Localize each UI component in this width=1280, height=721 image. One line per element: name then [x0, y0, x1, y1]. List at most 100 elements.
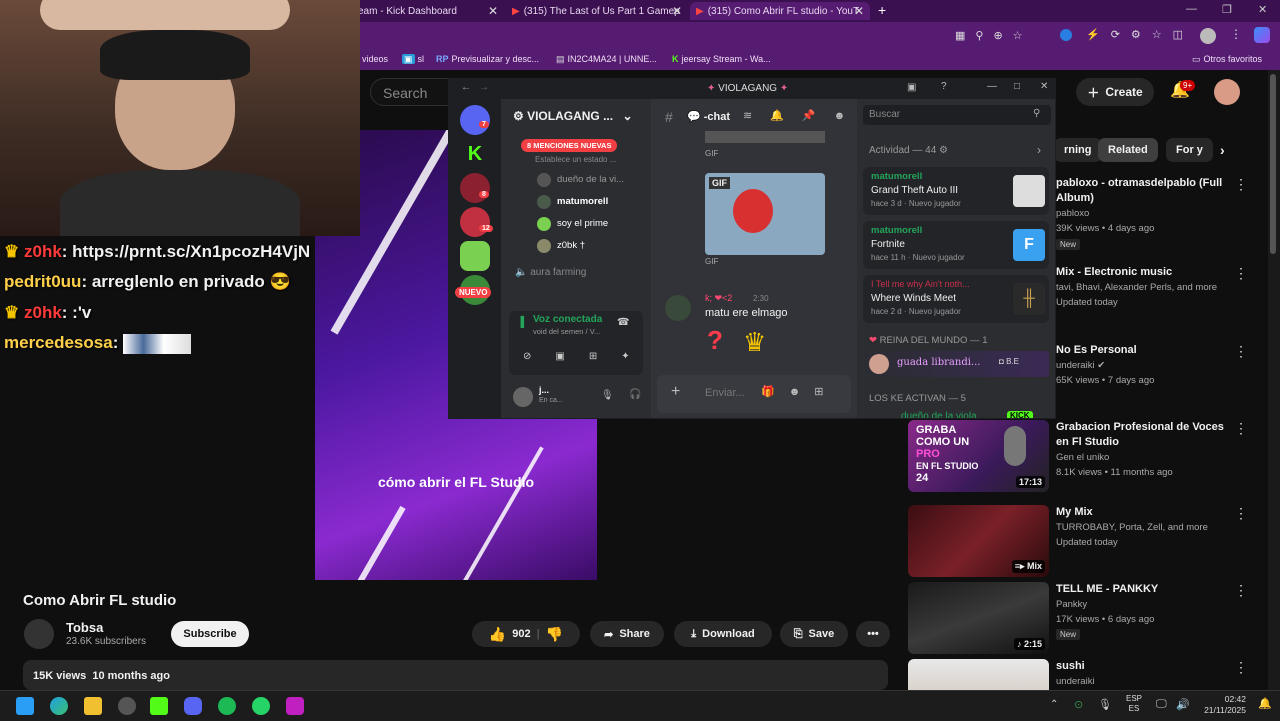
close-icon[interactable]: ✕ — [488, 4, 498, 18]
kebab-menu-icon[interactable]: ⋮ — [1234, 420, 1248, 437]
search-input[interactable]: Search — [370, 78, 450, 106]
whatsapp-icon[interactable] — [252, 697, 270, 715]
chip-related[interactable]: Related — [1098, 138, 1158, 162]
discord-icon[interactable] — [184, 697, 202, 715]
rec-thumbnail[interactable] — [908, 659, 1049, 690]
volume-icon[interactable]: 🔊 — [1176, 698, 1190, 711]
kebab-menu-icon[interactable]: ⋮ — [1234, 659, 1248, 676]
server-header[interactable]: ⚙ VIOLAGANG ... ⌄ — [513, 109, 633, 123]
voice-user[interactable]: dueño de la vi... — [557, 174, 624, 185]
activity-card[interactable]: I Tell me why Ain't noth... Where Winds … — [863, 275, 1049, 323]
bookmark-other-favorites[interactable]: ▭ Otros favoritos — [1192, 54, 1262, 65]
author-name[interactable]: ƙ; ❤<2 — [705, 293, 732, 304]
avatar[interactable] — [1214, 79, 1240, 105]
activity-card[interactable]: matumorell Grand Theft Auto III hace 3 d… — [863, 167, 1049, 215]
rec-thumbnail[interactable]: GRABA COMO UN PRO EN FL STUDIO 24 17:13 — [908, 420, 1049, 492]
tab-kick-dashboard[interactable]: eam - Kick Dashboard ✕ — [352, 2, 504, 20]
new-tab-button[interactable]: + — [878, 2, 886, 18]
recommendation-item[interactable]: sushi underaiki ⋮ — [908, 659, 1268, 690]
chip-for-you[interactable]: For y — [1166, 138, 1213, 162]
tab-last-of-us[interactable]: ▶ (315) The Last of Us Part 1 Gamep ✕ — [506, 2, 688, 20]
member-name[interactable]: dueño de la viola — [901, 411, 977, 418]
subscribe-button[interactable]: Subscribe — [171, 621, 249, 647]
thumbs-up-icon[interactable]: 👍 — [489, 626, 506, 643]
bookmark-previsualizar[interactable]: RP Previsualizar y desc... — [436, 54, 539, 64]
help-icon[interactable]: ? — [941, 81, 947, 92]
close-icon[interactable]: ✕ — [672, 4, 682, 18]
bookmark-videos[interactable]: videos — [362, 54, 388, 64]
close-icon[interactable]: ✕ — [854, 4, 864, 18]
more-actions-button[interactable]: ••• — [856, 621, 890, 647]
kebab-menu-icon[interactable]: ⋮ — [1234, 176, 1248, 193]
bookmark-sl[interactable]: ▣ sl — [402, 54, 424, 65]
kebab-menu-icon[interactable]: ⋮ — [1234, 582, 1248, 599]
spotify-icon[interactable] — [218, 697, 236, 715]
kick-server-icon[interactable]: K — [460, 139, 490, 169]
video-description-box[interactable]: 15K views 10 months ago — [23, 660, 888, 690]
channel-avatar[interactable] — [24, 619, 54, 649]
voice-channel[interactable]: 🔈 aura farming — [515, 267, 586, 278]
maximize-icon[interactable]: ❐ — [1222, 3, 1232, 16]
extension-icons[interactable]: ⚡⟳⚙☆◫ — [1086, 28, 1194, 41]
close-window-icon[interactable]: ✕ — [1258, 3, 1267, 16]
notification-icon[interactable]: 🔔 — [1258, 697, 1272, 710]
profile-icon[interactable] — [1200, 28, 1216, 44]
message-input[interactable]: + Enviar... 🎁☻⊞ — [657, 375, 851, 413]
network-icon[interactable]: 🖵 — [1156, 698, 1167, 711]
gif-message[interactable]: GIF — [705, 173, 825, 255]
minimize-icon[interactable]: — — [1186, 3, 1197, 15]
windows-start-icon[interactable] — [16, 697, 34, 715]
menu-icon[interactable]: ⋮ — [1230, 27, 1242, 41]
bookmark-unne[interactable]: ▤ IN2C4MA24 | UNNE... — [556, 54, 657, 65]
maximize-icon[interactable]: □ — [1014, 81, 1020, 92]
thumbs-down-icon[interactable]: 👎 — [546, 626, 563, 643]
toolbar-icons[interactable]: ▦⚲⊕☆ — [955, 29, 1033, 42]
user-avatar[interactable] — [513, 387, 533, 407]
back-arrow-icon[interactable]: ← — [461, 82, 471, 93]
input-icons[interactable]: 🎁☻⊞ — [761, 385, 838, 398]
chip-learning[interactable]: rning — [1054, 138, 1102, 162]
server-icon[interactable] — [460, 173, 490, 203]
extension-icon[interactable] — [1060, 29, 1072, 41]
microphone-icon[interactable]: 🎙 — [601, 390, 614, 401]
author-avatar[interactable] — [665, 295, 691, 321]
disconnect-icon[interactable]: ☎ — [617, 317, 629, 328]
kick-icon[interactable] — [150, 697, 168, 715]
obs-icon[interactable] — [118, 697, 136, 715]
edge-icon[interactable] — [50, 697, 68, 715]
copilot-icon[interactable] — [1254, 27, 1270, 43]
close-icon[interactable]: ✕ — [1040, 81, 1048, 92]
mentions-banner[interactable]: 8 MENCIONES NUEVAS — [521, 139, 618, 152]
file-explorer-icon[interactable] — [84, 697, 102, 715]
channel-name[interactable]: Tobsa — [66, 620, 103, 635]
forward-arrow-icon[interactable]: → — [479, 82, 489, 93]
kebab-menu-icon[interactable]: ⋮ — [1234, 505, 1248, 522]
tray-app-icon[interactable]: ⊙ — [1074, 698, 1083, 711]
headphones-icon[interactable]: 🎧 — [629, 389, 641, 400]
status-hint[interactable]: Establece un estado ... — [535, 155, 616, 164]
voice-user[interactable]: matumorell — [557, 196, 608, 207]
tray-chevron-icon[interactable]: ⌃ — [1050, 699, 1058, 710]
tab-fl-studio[interactable]: ▶ (315) Como Abrir FL studio - YouT ✕ — [690, 2, 870, 20]
minimize-icon[interactable]: — — [987, 81, 997, 92]
server-icon[interactable] — [460, 207, 490, 237]
app-icon[interactable] — [286, 697, 304, 715]
rec-thumbnail[interactable]: ♪ 2:15 — [908, 582, 1049, 654]
plus-icon[interactable]: + — [671, 383, 680, 401]
kebab-menu-icon[interactable]: ⋮ — [1234, 343, 1248, 360]
activity-card[interactable]: matumorell Fortnite hace 11 h · Nuevo ju… — [863, 221, 1049, 269]
bookmark-jeersay[interactable]: Kjeersay Stream - Wa... — [672, 54, 771, 64]
discord-search-input[interactable]: Buscar ⚲ — [863, 105, 1051, 125]
discord-home-icon[interactable] — [460, 105, 490, 135]
chevron-right-icon[interactable]: › — [1037, 143, 1041, 157]
gif-message[interactable] — [705, 131, 825, 143]
clock[interactable]: 02:42 21/11/2025 — [1200, 694, 1246, 716]
voice-controls[interactable]: ⊘▣⊞✦ — [523, 351, 654, 362]
save-button[interactable]: ⎘ Save — [780, 621, 848, 647]
voice-user[interactable]: z0bk † — [557, 240, 585, 251]
rec-thumbnail[interactable]: ≡▸ Mix — [908, 505, 1049, 577]
server-icon[interactable] — [460, 241, 490, 271]
create-button[interactable]: ＋ Create — [1076, 78, 1154, 106]
like-count[interactable]: 902 — [512, 628, 530, 640]
chevron-right-icon[interactable]: › — [1220, 142, 1225, 158]
